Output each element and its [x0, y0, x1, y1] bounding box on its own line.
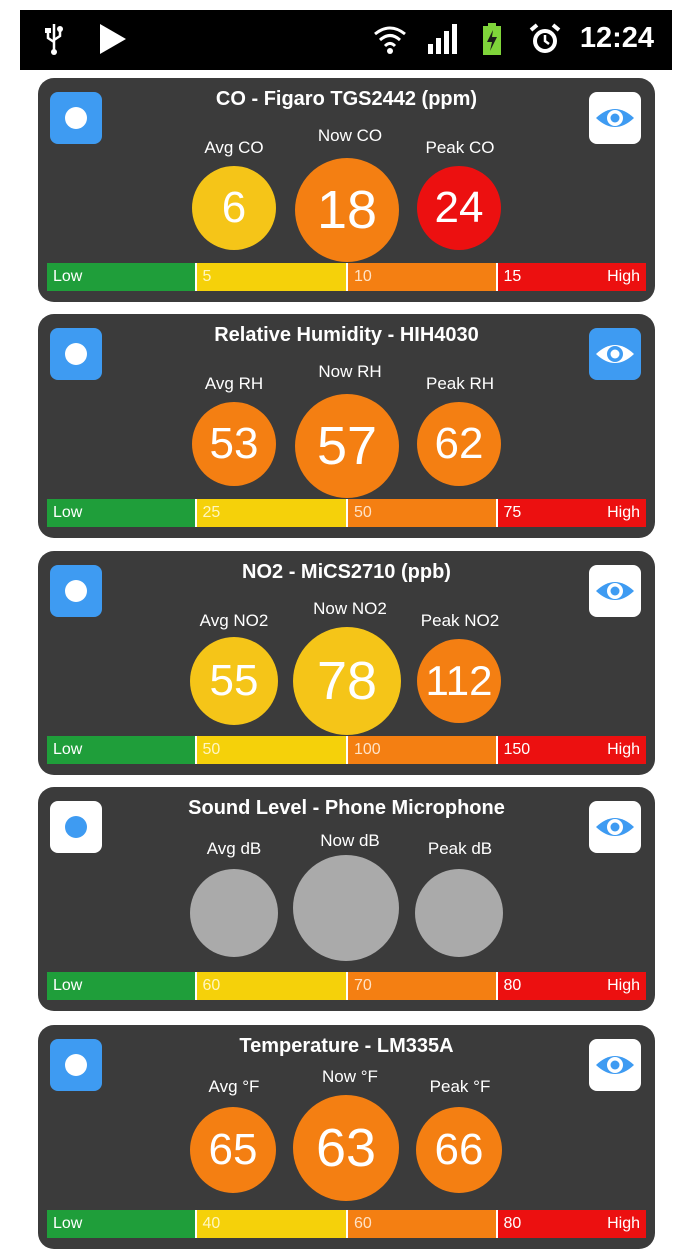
now-value-circle: 57	[295, 394, 399, 498]
eye-icon	[596, 818, 634, 836]
sensor-card-temperature: Temperature - LM335A Avg °F Now °F Peak …	[38, 1025, 655, 1249]
scale-high: High	[607, 268, 640, 285]
scale-low: Low	[47, 972, 195, 1000]
scale-tier1: 25	[194, 499, 346, 527]
eye-button[interactable]	[589, 92, 641, 144]
signal-icon	[426, 22, 460, 56]
eye-button[interactable]	[589, 328, 641, 380]
scale-tier2: 60	[346, 1210, 496, 1238]
sensor-card-humidity: Relative Humidity - HIH4030 Avg RH Now R…	[38, 314, 655, 538]
scale-tier1: 60	[194, 972, 346, 1000]
avg-label: Avg NO2	[199, 611, 269, 630]
now-label: Now dB	[320, 831, 380, 850]
eye-icon	[596, 109, 634, 127]
eye-button[interactable]	[589, 801, 641, 853]
now-label: Now NO2	[313, 599, 387, 618]
alarm-icon	[528, 22, 562, 56]
peak-label: Peak NO2	[420, 611, 500, 630]
sensor-card-no2: NO2 - MiCS2710 (ppb) Avg NO2 Now NO2 Pea…	[38, 551, 655, 775]
scale-tier2: 50	[346, 499, 496, 527]
now-value-circle: 18	[295, 158, 399, 262]
avg-value-circle: 65	[190, 1107, 276, 1193]
avg-label: Avg °F	[208, 1077, 260, 1096]
peak-label: Peak dB	[427, 839, 493, 858]
phone-screen: 12:24 CO - Figaro TGS2442 (ppm) Avg CO N…	[20, 10, 672, 1255]
level-scale: Low 60 70 80 High	[47, 972, 646, 1000]
now-value-circle: 78	[293, 627, 401, 735]
scale-tier2: 10	[346, 263, 496, 291]
sensor-list[interactable]: CO - Figaro TGS2442 (ppm) Avg CO Now CO …	[20, 70, 672, 1255]
peak-value-circle: 24	[417, 166, 501, 250]
scale-tier1: 40	[194, 1210, 346, 1238]
scale-low: Low	[47, 1210, 195, 1238]
scale-high: High	[607, 1215, 640, 1232]
now-value-circle: 63	[293, 1095, 399, 1201]
scale-tier3: 75 High	[495, 499, 646, 527]
scale-tier3: 80 High	[495, 1210, 646, 1238]
avg-label: Avg dB	[206, 839, 262, 858]
avg-value-circle	[190, 869, 278, 957]
peak-label: Peak CO	[425, 138, 495, 157]
avg-value-circle: 6	[192, 166, 276, 250]
level-scale: Low 5 10 15 High	[47, 263, 646, 291]
scale-tier2: 100	[346, 736, 496, 764]
scale-tier3: 150 High	[495, 736, 646, 764]
avg-value-circle: 53	[192, 402, 276, 486]
avg-label: Avg RH	[204, 374, 264, 393]
status-time: 12:24	[579, 22, 654, 54]
scale-tier3: 80 High	[495, 972, 646, 1000]
now-value-circle	[293, 855, 399, 961]
card-title: Sound Level - Phone Microphone	[188, 797, 505, 819]
scale-tier1: 50	[194, 736, 346, 764]
peak-value-circle: 62	[417, 402, 501, 486]
now-label: Now RH	[318, 362, 382, 381]
level-scale: Low 25 50 75 High	[47, 499, 646, 527]
avg-value-circle: 55	[190, 637, 278, 725]
sensor-card-sound: Sound Level - Phone Microphone Avg dB No…	[38, 787, 655, 1011]
status-bar: 12:24	[20, 10, 672, 70]
card-title: Relative Humidity - HIH4030	[214, 324, 479, 346]
battery-charging-icon	[482, 22, 502, 56]
scale-low: Low	[47, 263, 195, 291]
scale-low: Low	[47, 736, 195, 764]
card-title: NO2 - MiCS2710 (ppb)	[242, 561, 451, 583]
scale-high: High	[607, 741, 640, 758]
eye-icon	[596, 345, 634, 363]
level-scale: Low 50 100 150 High	[47, 736, 646, 764]
eye-button[interactable]	[589, 1039, 641, 1091]
scale-high: High	[607, 504, 640, 521]
peak-value-circle: 112	[417, 639, 501, 723]
peak-label: Peak °F	[429, 1077, 491, 1096]
sensor-card-co: CO - Figaro TGS2442 (ppm) Avg CO Now CO …	[38, 78, 655, 302]
card-title: CO - Figaro TGS2442 (ppm)	[215, 88, 478, 110]
eye-icon	[596, 582, 634, 600]
peak-value-circle: 66	[416, 1107, 502, 1193]
eye-button[interactable]	[589, 565, 641, 617]
scale-tier2: 70	[346, 972, 496, 1000]
level-scale: Low 40 60 80 High	[47, 1210, 646, 1238]
avg-label: Avg CO	[204, 138, 264, 157]
eye-icon	[596, 1056, 634, 1074]
peak-label: Peak RH	[425, 374, 495, 393]
scale-low: Low	[47, 499, 195, 527]
scale-tier3: 15 High	[495, 263, 646, 291]
play-store-icon	[98, 22, 128, 56]
wifi-icon	[372, 22, 408, 56]
now-label: Now °F	[322, 1067, 378, 1086]
peak-value-circle	[415, 869, 503, 957]
scale-high: High	[607, 977, 640, 994]
now-label: Now CO	[317, 126, 383, 145]
card-title: Temperature - LM335A	[239, 1035, 454, 1057]
scale-tier1: 5	[194, 263, 346, 291]
usb-icon	[42, 22, 66, 56]
